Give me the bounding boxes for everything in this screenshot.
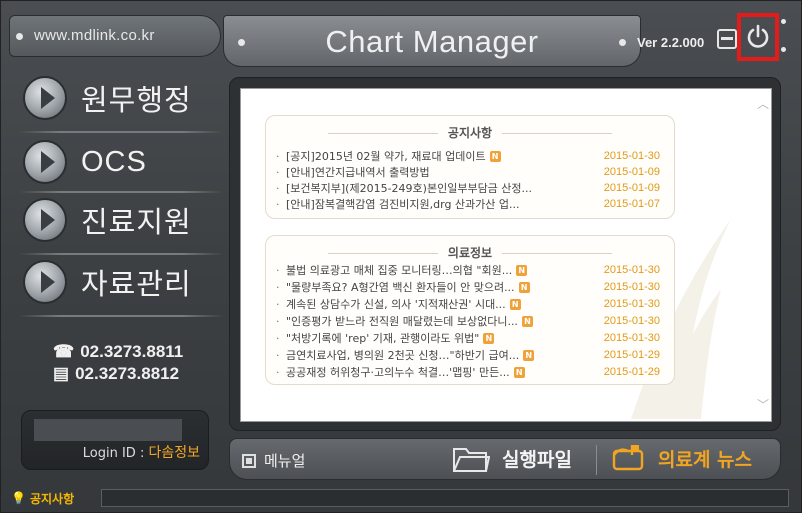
bulb-icon: 💡	[11, 491, 26, 505]
login-box: Login ID : 다솜정보	[21, 410, 209, 470]
minimize-button[interactable]	[717, 29, 737, 49]
folder-icon	[453, 448, 490, 472]
decor-dot	[16, 33, 23, 40]
app-window: www.mdlink.co.kr Chart Manager Ver 2.2.0…	[0, 0, 802, 513]
main-frame: ︿ ﹀ 공지사항 · [공지]2015년 02월 약가, 재료대 업데이트 N 2…	[229, 77, 781, 431]
nav-item-data[interactable]: 자료관리	[19, 253, 219, 311]
phone-text: 02.3273.8811	[80, 342, 184, 361]
nav-label: 원무행정	[81, 83, 192, 117]
new-badge: N	[523, 349, 535, 361]
nav-label: 진료지원	[81, 205, 192, 239]
list-item[interactable]: · 계속된 상담수가 신설, 의사 '지적재산권' 시대... N 2015-01…	[276, 296, 664, 312]
content-area: ︿ ﹀ 공지사항 · [공지]2015년 02월 약가, 재료대 업데이트 N 2…	[240, 88, 772, 422]
list-item[interactable]: · "인증평가 받느라 전직원 매달렸는데 보상없다니... N 2015-01-…	[276, 313, 664, 329]
version-label: Ver 2.2.000	[637, 35, 705, 50]
phone-number: ☎ 02.3273.8811	[53, 342, 183, 362]
play-icon	[23, 140, 67, 184]
nav-label: 자료관리	[81, 267, 192, 301]
manual-icon	[242, 453, 256, 468]
new-badge: N	[518, 281, 530, 293]
title-bar: Chart Manager	[223, 15, 641, 67]
list-item[interactable]: · "물량부족요? A형간염 백신 환자들이 안 맞으려... N 2015-01…	[276, 279, 664, 295]
play-icon	[23, 198, 67, 242]
exec-file-button[interactable]: 실행파일	[452, 443, 572, 473]
bottom-toolbar: 메뉴얼 실행파일 의료계 뉴스	[229, 438, 781, 480]
fax-text: 02.3273.8812	[75, 364, 180, 383]
phone-icon: ☎	[53, 342, 75, 361]
play-icon	[23, 76, 67, 120]
exec-label: 실행파일	[502, 448, 572, 471]
mailbox-icon	[612, 445, 644, 471]
new-badge: N	[516, 264, 528, 276]
new-badge: N	[509, 298, 521, 310]
list-item[interactable]: · [보건복지부](제2015-249호)본인일부부담금 산정... 2015-0…	[276, 180, 664, 196]
play-icon	[23, 260, 67, 304]
login-field	[34, 419, 182, 441]
power-button[interactable]	[737, 13, 779, 61]
nav-divider	[19, 315, 223, 317]
notice-ticker-text: 공지사항	[29, 491, 75, 506]
list-item[interactable]: · [안내]연간지급내역서 출력방법 2015-01-09	[276, 164, 664, 180]
url-pill[interactable]: www.mdlink.co.kr	[9, 15, 221, 57]
fax-number: ▤ 02.3273.8812	[53, 364, 179, 384]
list-item[interactable]: · 불법 의료광고 매체 집중 모니터링…의협 "회원... N 2015-01-…	[276, 262, 664, 278]
nav-item-ocs[interactable]: OCS	[19, 133, 219, 191]
nav-item-admin[interactable]: 원무행정	[19, 69, 219, 127]
new-badge: N	[483, 332, 495, 344]
new-badge: N	[521, 315, 533, 327]
scrollbar[interactable]: ︿ ﹀	[753, 89, 771, 421]
notice-ticker-label: 💡 공지사항	[11, 490, 74, 507]
nav-item-support[interactable]: 진료지원	[19, 191, 219, 249]
list-item[interactable]: · "처방기록에 'rep' 기재, 관행이라도 위법" N 2015-01-30	[276, 330, 664, 346]
manual-label: 메뉴얼	[264, 452, 306, 470]
scroll-down-icon[interactable]: ﹀	[757, 396, 769, 413]
notice-ticker: 💡 공지사항	[11, 487, 793, 509]
fax-icon: ▤	[53, 364, 70, 383]
news-label: 의료계 뉴스	[658, 448, 753, 471]
app-title: Chart Manager	[325, 24, 539, 59]
decor-dot	[781, 19, 786, 24]
login-info: Login ID : 다솜정보	[83, 442, 200, 462]
list-item[interactable]: · [공지]2015년 02월 약가, 재료대 업데이트 N 2015-01-30	[276, 148, 664, 164]
medical-news-button[interactable]: 의료계 뉴스	[610, 443, 752, 473]
notice-ticker-field[interactable]	[101, 489, 789, 507]
site-url[interactable]: www.mdlink.co.kr	[34, 27, 155, 44]
power-icon	[747, 24, 769, 48]
nav-label: OCS	[81, 145, 147, 178]
new-badge: N	[489, 150, 501, 162]
manual-button[interactable]: 메뉴얼	[242, 450, 305, 471]
medical-info-title: 의료정보	[266, 244, 674, 261]
toolbar-divider	[596, 445, 597, 475]
login-label: Login ID :	[82, 446, 145, 461]
scroll-up-icon[interactable]: ︿	[757, 95, 769, 112]
list-item[interactable]: · 금연치료사업, 병의원 2천곳 신청…"하반기 급여... N 2015-01…	[276, 347, 664, 363]
new-badge: N	[513, 366, 525, 378]
notice-panel-title: 공지사항	[266, 124, 674, 141]
medical-info-panel: 의료정보 · 불법 의료광고 매체 집중 모니터링…의협 "회원... N 201…	[265, 235, 675, 385]
decor-dot	[781, 47, 786, 52]
list-item[interactable]: · [안내]잠복결핵감염 검진비지원,drg 산과가산 업... 2015-01-…	[276, 196, 664, 212]
login-name: 다솜정보	[148, 445, 200, 461]
notice-panel: 공지사항 · [공지]2015년 02월 약가, 재료대 업데이트 N 2015-…	[265, 115, 675, 219]
list-item[interactable]: · 공공재정 허위청구·고의누수 척결…'맵핑' 만든... N 2015-01-…	[276, 364, 664, 380]
